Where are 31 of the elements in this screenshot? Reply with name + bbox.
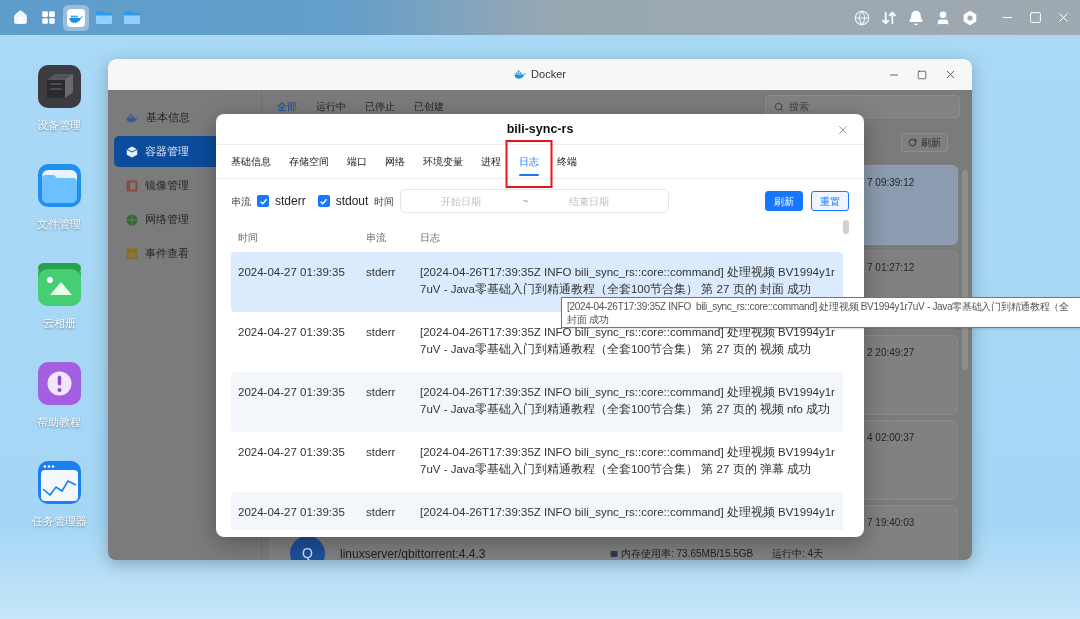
range-separator: ~ <box>521 194 530 209</box>
container-image-name: linuxserver/qbittorrent:4.4.3 <box>340 545 487 560</box>
container-time: 7 19:40:03 <box>867 515 915 530</box>
column-header: 时间 <box>238 230 259 245</box>
log-time: 2024-04-27 01:39:35 <box>238 505 346 520</box>
filter-label: 串流 <box>231 194 251 209</box>
log-stream: stderr <box>366 325 397 340</box>
log-time: 2024-04-27 01:39:35 <box>238 265 346 280</box>
log-message: [2024-04-26T17:39:35Z INFO bili_sync_rs::core::command] 处理视频 BV1994y1r <box>420 505 836 520</box>
log-message: [2024-04-26T17:39:35Z INFO bili_sync_rs::core::command] 处理视频 BV1994y1r7uV - Java零基础入门到精通教程（全套100节合集） 第 27 页的 封面 成功 <box>420 265 836 297</box>
memory-usage: 内存使用率: 73.65MB/15.5GB <box>621 547 755 560</box>
window-title: Docker <box>531 67 566 83</box>
container-time: 7 09:39:12 <box>867 175 915 190</box>
log-stream: stderr <box>366 265 397 280</box>
log-time: 2024-04-27 01:39:35 <box>238 325 346 340</box>
log-stream: stderr <box>366 505 397 520</box>
log-stream: stderr <box>366 385 397 400</box>
avatar-icon: Q <box>290 536 325 560</box>
log-message: [2024-04-26T17:39:35Z INFO bili_sync_rs::core::command] 处理视频 BV1994y1r7uV - Java零基础入门到精通教程（全套100节合集） 第 27 页的 视频 nfo 成功 <box>420 385 836 417</box>
dialog-title: bili-sync-rs <box>506 120 574 138</box>
column-header: 日志 <box>420 230 440 245</box>
log-time: 2024-04-27 01:39:35 <box>238 445 346 460</box>
container-time: 4 02:00:37 <box>867 430 915 445</box>
container-time: 7 01:27:12 <box>867 260 915 275</box>
log-message: [2024-04-26T17:39:35Z INFO bili_sync_rs::core::command] 处理视频 BV1994y1r7uV - Java零基础入门到精通教程（全套100节合集） 第 27 页的 弹幕 成功 <box>420 445 836 477</box>
container-time: 2 20:49:27 <box>867 345 915 360</box>
filter-label: 时间 <box>374 194 395 209</box>
log-stream: stderr <box>366 445 397 460</box>
log-time: 2024-04-27 01:39:35 <box>238 385 346 400</box>
column-header: 串流 <box>366 230 387 245</box>
container-status: 运行中: 4天 <box>772 547 824 560</box>
